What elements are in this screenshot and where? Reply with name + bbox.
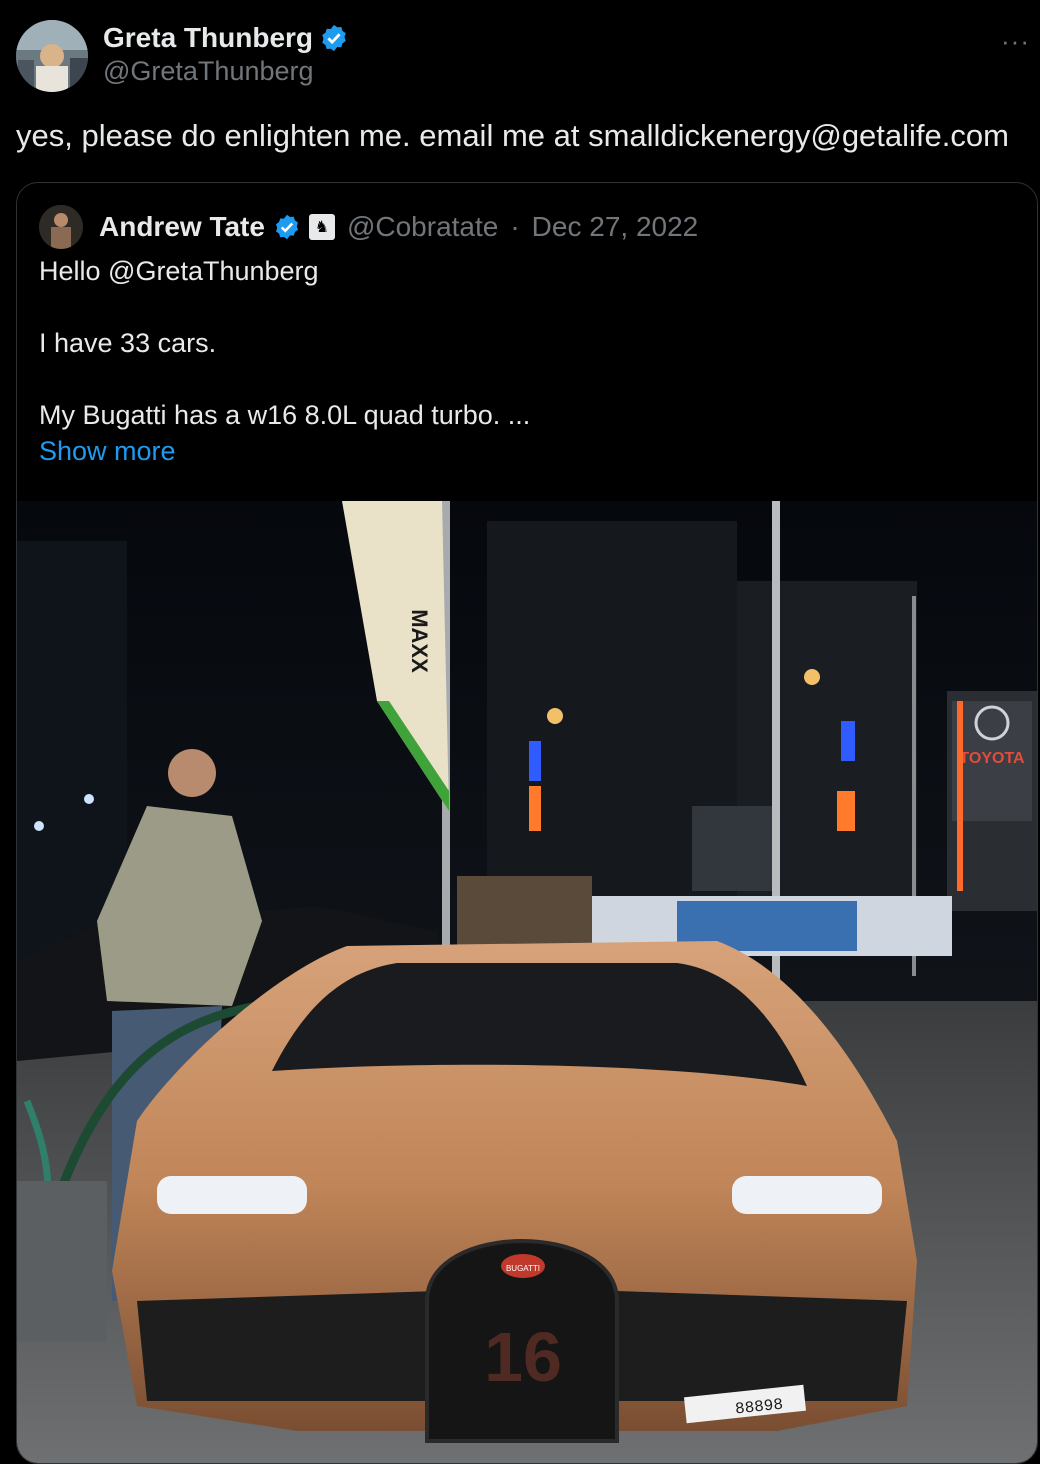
author-name[interactable]: Greta Thunberg [103, 22, 313, 54]
affiliate-chess-knight-icon: ♞ [308, 214, 335, 240]
verified-badge-icon [275, 214, 298, 240]
car-emblem: BUGATTI [506, 1264, 540, 1273]
meta-separator: · [510, 211, 520, 242]
author-handle[interactable]: @GretaThunberg [103, 56, 349, 87]
quoted-tweet-header: Andrew Tate ♞ @Cobratate · Dec 27, 2022 [39, 205, 698, 249]
tweet: Greta Thunberg @GretaThunberg ··· yes, p… [0, 0, 1040, 1464]
show-more-link[interactable]: Show more [39, 436, 176, 466]
quoted-tweet-date[interactable]: Dec 27, 2022 [532, 211, 699, 243]
quoted-author-name[interactable]: Andrew Tate [99, 211, 265, 243]
quoted-tweet-photo[interactable]: TOYOTA MAXX BUGATTI 16 88898 [17, 501, 1037, 1463]
quoted-tweet-body: Hello @GretaThunberg I have 33 cars. My … [39, 253, 530, 469]
quoted-line: I have 33 cars. [39, 328, 217, 358]
author-name-row: Greta Thunberg [103, 20, 349, 56]
grille-number: 16 [484, 1318, 562, 1396]
verified-badge-icon [322, 24, 346, 52]
more-horizontal-icon[interactable]: ··· [1001, 26, 1030, 57]
greta-avatar[interactable] [16, 20, 88, 92]
quoted-line: Hello @GretaThunberg [39, 256, 319, 286]
author-block: Greta Thunberg @GretaThunberg [103, 20, 349, 87]
tate-avatar[interactable] [39, 205, 83, 249]
quoted-author-handle[interactable]: @Cobratate [347, 211, 498, 243]
quoted-line: My Bugatti has a w16 8.0L quad turbo. ..… [39, 400, 531, 430]
toyota-sign: TOYOTA [959, 750, 1025, 767]
quoted-tweet[interactable]: Andrew Tate ♞ @Cobratate · Dec 27, 2022 … [16, 182, 1038, 1464]
tweet-text: yes, please do enlighten me. email me at… [16, 118, 1009, 153]
flag-text: MAXX [407, 609, 432, 673]
